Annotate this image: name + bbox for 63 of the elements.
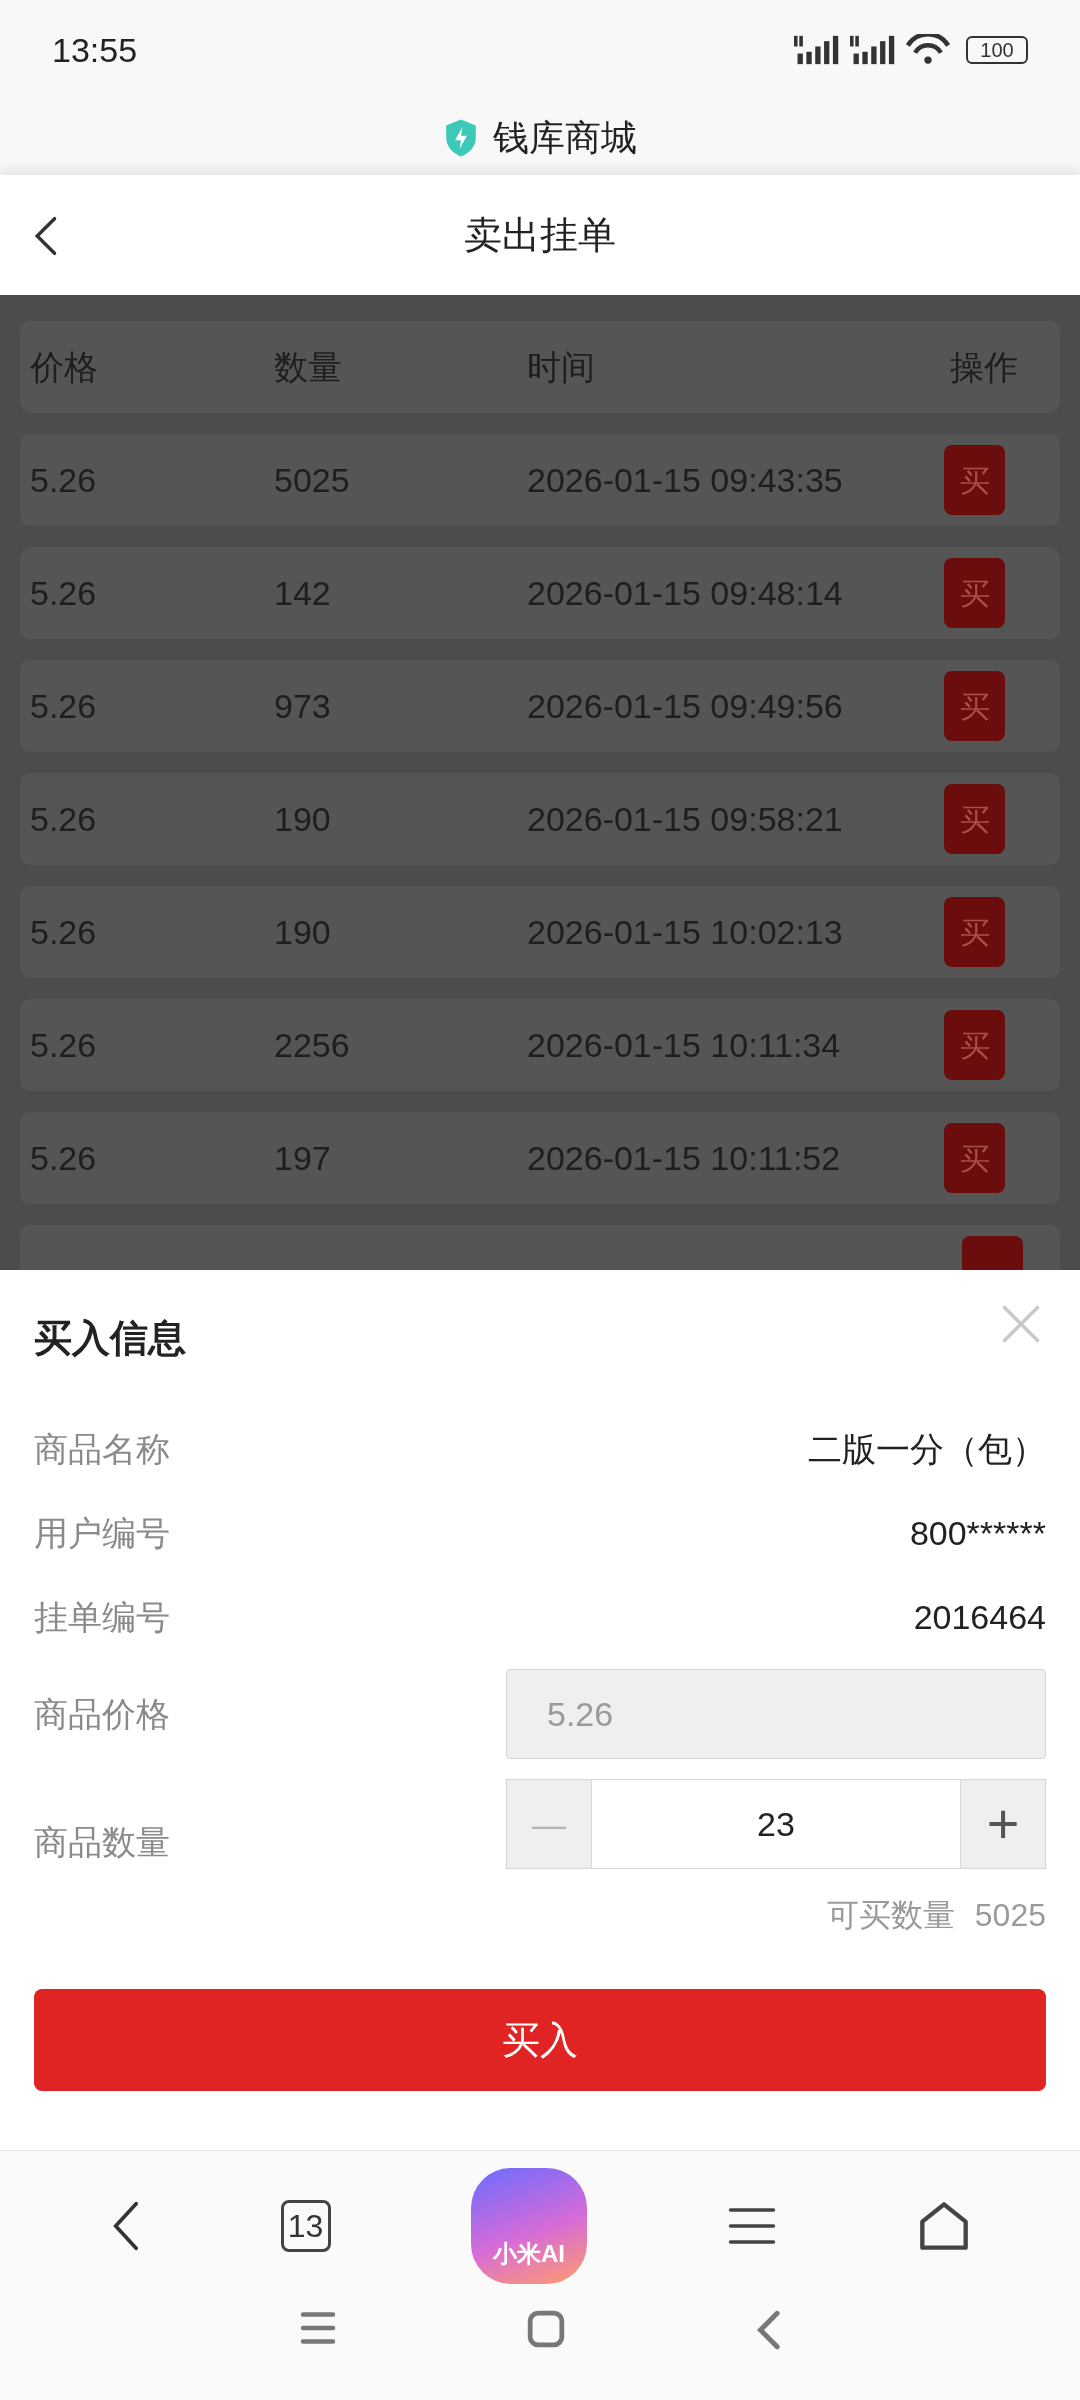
table-cell-text: 5.26 bbox=[29, 1024, 98, 1066]
field-label: 商品数量 bbox=[34, 1821, 170, 1863]
signal-icon bbox=[794, 35, 840, 65]
order-row[interactable]: 5.26 2256 2026-01-15 10:11:34 买 bbox=[20, 999, 1060, 1091]
home-icon[interactable] bbox=[527, 2310, 565, 2348]
available-label: 可买数量 bbox=[826, 1896, 955, 1935]
table-cell-text: 2026-01-15 09:49:56 bbox=[527, 685, 844, 727]
buy-button[interactable]: 买 bbox=[944, 897, 1005, 967]
table-cell-text: 5.26 bbox=[29, 459, 98, 501]
quantity-field[interactable]: 23 bbox=[592, 1779, 960, 1869]
buy-button[interactable]: 买 bbox=[944, 671, 1005, 741]
table-cell-text: 5.26 bbox=[29, 798, 98, 840]
table-cell-text: 5.26 bbox=[29, 1137, 98, 1179]
buy-button[interactable]: 买 bbox=[944, 784, 1005, 854]
table-cell-text: 2026-01-15 10:02:13 bbox=[527, 911, 844, 953]
sheet-title: 买入信息 bbox=[34, 1316, 186, 1361]
shield-icon bbox=[443, 117, 479, 158]
tabs-button[interactable]: 13 bbox=[280, 2199, 331, 2252]
table-cell-text: 2026-01-15 09:58:21 bbox=[527, 798, 844, 840]
status-time: 13:55 bbox=[52, 29, 138, 71]
order-row[interactable]: 5.26 190 2026-01-15 10:02:13 买 bbox=[20, 886, 1060, 978]
field-label: 挂单编号 bbox=[34, 1596, 170, 1638]
table-cell-text: 2026-01-15 09:43:35 bbox=[527, 459, 844, 501]
order-row[interactable]: 5.26 190 2026-01-15 09:58:21 买 bbox=[20, 773, 1060, 865]
site-title: 钱库商城 bbox=[493, 115, 637, 160]
signal-icon bbox=[850, 35, 896, 65]
order-row[interactable]: 5.26 973 2026-01-15 09:49:56 买 bbox=[20, 660, 1060, 752]
table-cell-text: 2256 bbox=[274, 1024, 351, 1066]
order-row[interactable]: 5.26 5025 2026-01-15 09:43:35 买 bbox=[20, 434, 1060, 526]
table-cell-text: 2026-01-15 09:48:14 bbox=[527, 572, 844, 614]
table-cell-text: 5.26 bbox=[29, 685, 98, 727]
table-cell-text: 197 bbox=[274, 1137, 332, 1179]
buy-submit-button[interactable]: 买入 bbox=[34, 1989, 1046, 2091]
buy-button[interactable]: 买 bbox=[944, 558, 1005, 628]
order-row[interactable]: 5.26 197 2026-01-15 10:11:52 买 bbox=[20, 1112, 1060, 1204]
field-label: 商品价格 bbox=[34, 1693, 170, 1735]
buy-button[interactable]: 买 bbox=[944, 1010, 1005, 1080]
table-cell-text: 5025 bbox=[274, 459, 351, 501]
ai-assistant-button[interactable]: 小米AI bbox=[470, 2167, 587, 2284]
battery-indicator: 100 bbox=[966, 36, 1028, 64]
field-value: 2016464 bbox=[913, 1596, 1046, 1638]
order-row[interactable]: 5.26 142 2026-01-15 09:48:14 买 bbox=[20, 547, 1060, 639]
table-cell-text: 190 bbox=[274, 798, 332, 840]
field-label: 商品名称 bbox=[34, 1428, 170, 1470]
table-cell-text: 2026-01-15 10:11:34 bbox=[527, 1024, 842, 1066]
table-cell-text: 5.26 bbox=[29, 572, 98, 614]
table-cell-text: 2026-01-15 10:11:52 bbox=[527, 1137, 842, 1179]
back-icon[interactable] bbox=[32, 215, 58, 257]
available-value: 5025 bbox=[974, 1896, 1046, 1935]
field-label: 用户编号 bbox=[34, 1512, 170, 1554]
table-cell-text: 5.26 bbox=[29, 911, 98, 953]
decrease-button[interactable]: — bbox=[506, 1779, 592, 1869]
buy-button[interactable]: 买 bbox=[944, 445, 1005, 515]
page-title: 卖出挂单 bbox=[464, 212, 616, 258]
field-value: 800****** bbox=[909, 1512, 1046, 1554]
wifi-icon bbox=[906, 34, 950, 66]
table-cell-text: 190 bbox=[274, 911, 332, 953]
increase-button[interactable]: + bbox=[960, 1779, 1046, 1869]
buy-button[interactable]: 买 bbox=[944, 1123, 1005, 1193]
menu-icon[interactable] bbox=[299, 2310, 337, 2346]
field-value: 二版一分（包） bbox=[808, 1428, 1046, 1470]
table-cell-text: 973 bbox=[274, 685, 332, 727]
table-cell-text: 142 bbox=[274, 572, 332, 614]
